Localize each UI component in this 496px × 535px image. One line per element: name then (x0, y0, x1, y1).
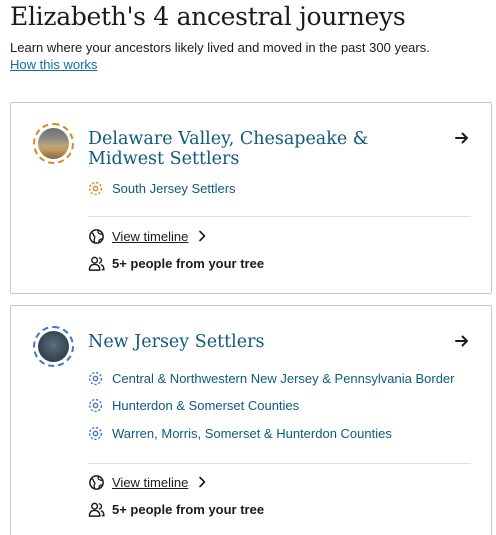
journey-photo (38, 128, 69, 159)
view-timeline-link[interactable]: View timeline (112, 229, 188, 244)
view-timeline-row[interactable]: View timeline (88, 226, 208, 246)
people-row: 5+ people from your tree (88, 253, 264, 273)
chevron-right-icon (199, 476, 206, 488)
journey-avatar (33, 123, 74, 164)
page-title: Elizabeth's 4 ancestral journeys (10, 2, 406, 31)
people-count: 5+ people from your tree (112, 255, 265, 271)
divider (88, 216, 471, 217)
community-icon (88, 398, 103, 412)
journey-card: Delaware Valley, Chesapeake & Midwest Se… (10, 102, 492, 294)
journey-avatar (33, 326, 74, 367)
journey-title[interactable]: New Jersey Settlers (88, 332, 448, 352)
page-subtitle: Learn where your ancestors likely lived … (10, 40, 430, 55)
community-item[interactable]: Warren, Morris, Somerset & Hunterdon Cou… (88, 423, 392, 443)
community-icon (88, 371, 103, 385)
community-icon (88, 426, 103, 440)
divider (88, 463, 471, 464)
view-timeline-row[interactable]: View timeline (88, 472, 208, 492)
community-label: South Jersey Settlers (112, 180, 236, 196)
community-label: Hunterdon & Somerset Counties (112, 397, 300, 413)
globe-icon (89, 228, 104, 244)
community-item[interactable]: Hunterdon & Somerset Counties (88, 395, 299, 415)
journey-card: New Jersey Settlers Central & Northweste… (10, 305, 492, 535)
globe-icon (89, 474, 104, 490)
people-count: 5+ people from your tree (112, 501, 265, 517)
people-row: 5+ people from your tree (88, 499, 264, 519)
journey-photo (38, 331, 69, 362)
community-item[interactable]: Central & Northwestern New Jersey & Penn… (88, 368, 454, 388)
community-icon (88, 181, 103, 195)
chevron-right-icon (199, 230, 206, 242)
community-label: Central & Northwestern New Jersey & Penn… (112, 370, 455, 386)
view-timeline-link[interactable]: View timeline (112, 475, 188, 490)
how-this-works-link[interactable]: How this works (10, 57, 97, 72)
community-item[interactable]: South Jersey Settlers (88, 178, 236, 198)
arrow-right-icon[interactable] (453, 129, 471, 147)
arrow-right-icon[interactable] (453, 332, 471, 350)
journey-title[interactable]: Delaware Valley, Chesapeake & Midwest Se… (88, 129, 448, 169)
people-icon (88, 502, 105, 517)
people-icon (88, 256, 105, 271)
community-label: Warren, Morris, Somerset & Hunterdon Cou… (112, 425, 392, 441)
